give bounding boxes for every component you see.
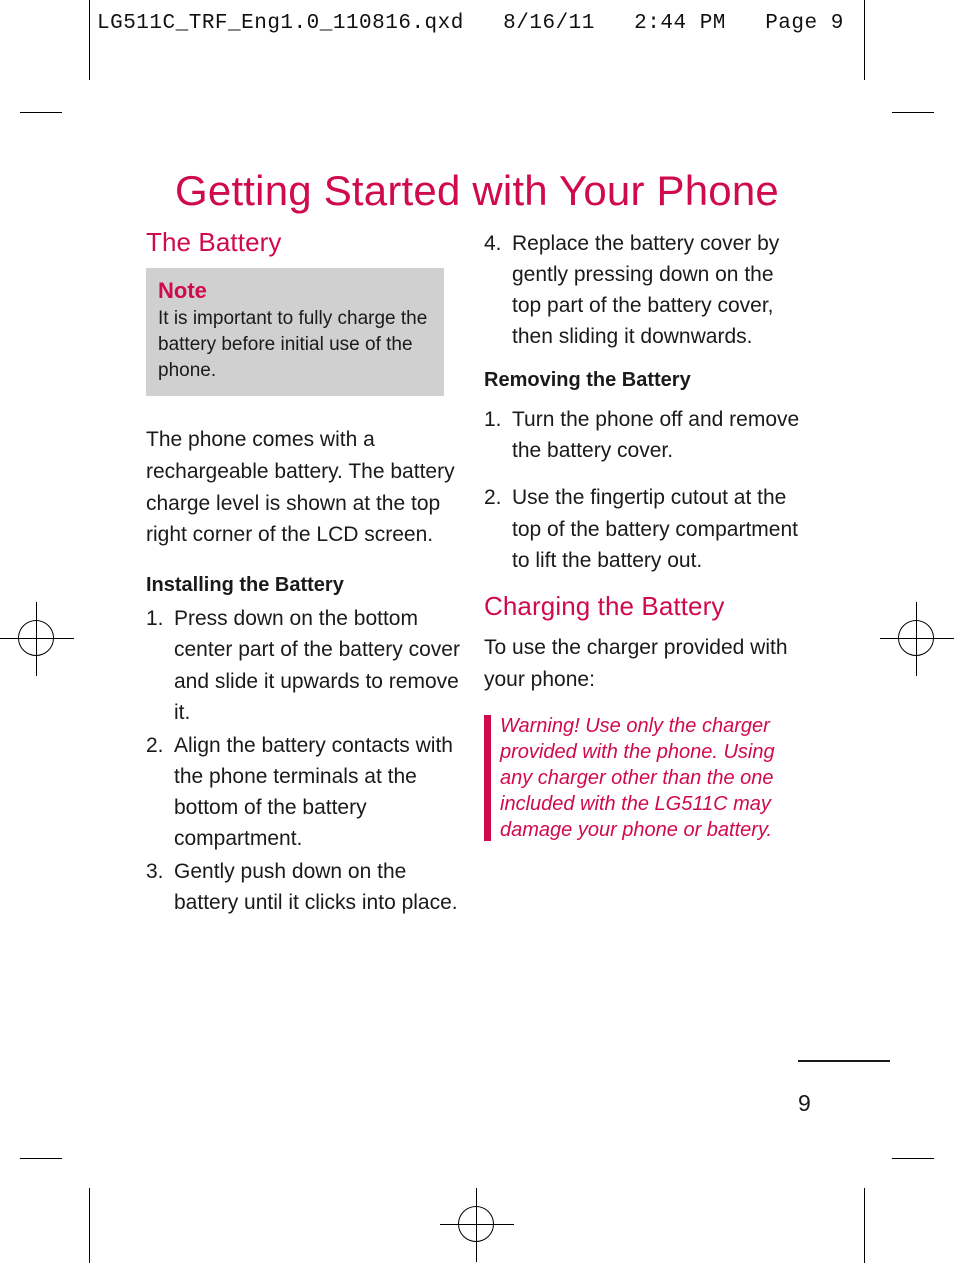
step-number: 3. [146, 860, 164, 884]
subsection-heading-installing-the-battery: Installing the Battery [146, 574, 344, 597]
list-item: 1. Press down on the bottom center part … [146, 603, 466, 727]
charging-intro-paragraph: To use the charger provided with your ph… [484, 635, 788, 691]
step-text: Gently push down on the battery until it… [174, 860, 458, 915]
step-number: 2. [484, 486, 502, 510]
page-number: 9 [798, 1090, 811, 1116]
document-page: LG511C_TRF_Eng1.0_110816.qxd 8/16/11 2:4… [0, 0, 954, 1263]
right-column: 4. Replace the battery cover by gently p… [484, 228, 804, 843]
note-box: Note It is important to fully charge the… [146, 267, 444, 396]
list-item: 4. Replace the battery cover by gently p… [484, 228, 804, 352]
step-text: Replace the battery cover by gently pres… [512, 232, 780, 349]
installing-steps-list: 1. Press down on the bottom center part … [146, 603, 466, 918]
step-text: Align the battery contacts with the phon… [174, 733, 453, 850]
page-title: Getting Started with Your Phone [175, 167, 779, 215]
installing-steps-continued-list: 4. Replace the battery cover by gently p… [484, 228, 804, 352]
note-text: It is important to fully charge the batt… [158, 308, 428, 381]
list-item: 1. Turn the phone off and remove the bat… [484, 404, 804, 466]
list-item: 2. Use the fingertip cutout at the top o… [484, 482, 804, 575]
list-item: 2. Align the battery contacts with the p… [146, 730, 466, 854]
section-heading-the-battery: The Battery [146, 227, 282, 257]
step-number: 2. [146, 733, 164, 757]
subsection-heading-removing-the-battery: Removing the Battery [484, 369, 691, 392]
section-heading-charging-the-battery: Charging the Battery [484, 590, 725, 621]
footer-divider [798, 1060, 890, 1062]
step-text: Use the fingertip cutout at the top of t… [512, 486, 798, 572]
step-text: Press down on the bottom center part of … [174, 607, 460, 724]
step-number: 4. [484, 232, 502, 255]
intro-paragraph: The phone comes with a rechargeable batt… [146, 427, 455, 547]
warning-text: Warning! Use only the charger provided w… [500, 715, 775, 842]
warning-accent-bar [484, 715, 491, 842]
step-number: 1. [484, 408, 502, 432]
list-item: 3. Gently push down on the battery until… [146, 856, 466, 918]
warning-callout: Warning! Use only the charger provided w… [484, 713, 804, 843]
left-column: The Battery Note It is important to full… [146, 227, 466, 932]
page-content: Getting Started with Your Phone The Batt… [0, 0, 954, 1263]
step-text: Turn the phone off and remove the batter… [512, 408, 800, 463]
step-number: 1. [146, 607, 164, 631]
removing-steps-list: 1. Turn the phone off and remove the bat… [484, 404, 804, 575]
note-label: Note [158, 277, 207, 303]
